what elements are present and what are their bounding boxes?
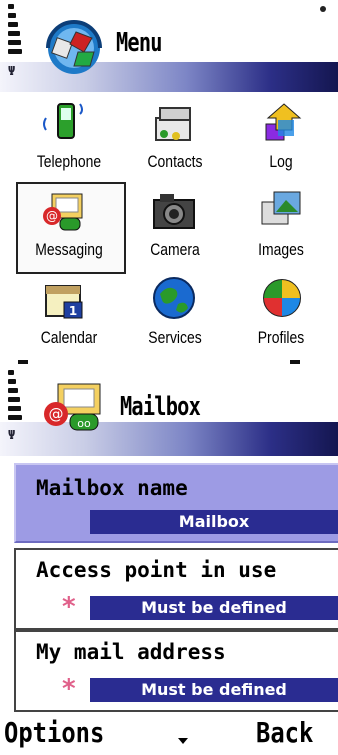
status-dot-icon	[320, 6, 326, 12]
required-icon: *	[62, 674, 76, 704]
app-label: Calendar	[40, 328, 98, 347]
page-title: Mailbox	[120, 392, 201, 422]
app-item-profiles[interactable]: Profiles	[226, 272, 336, 358]
app-item-services[interactable]: Services	[120, 272, 230, 358]
setting-label: Mailbox name	[36, 476, 188, 500]
services-icon	[153, 277, 195, 319]
mailbox-icon: @ oo	[44, 383, 101, 431]
app-item-calendar[interactable]: 1 Calendar	[14, 272, 124, 358]
svg-text:@: @	[49, 405, 64, 423]
chevron-down-icon	[178, 738, 188, 744]
svg-text:1: 1	[69, 304, 77, 318]
telephone-icon	[43, 103, 83, 139]
app-label: Profiles	[257, 328, 305, 347]
setting-value[interactable]: Must be defined	[90, 678, 338, 702]
images-icon	[261, 191, 301, 225]
antenna-icon: Ψ	[8, 428, 16, 442]
profiles-icon	[263, 279, 301, 317]
camera-icon	[153, 194, 195, 229]
app-label: Log	[269, 152, 293, 171]
app-item-contacts[interactable]: Contacts	[120, 96, 230, 178]
app-label: Messaging	[35, 240, 103, 259]
app-item-telephone[interactable]: Telephone	[14, 96, 124, 178]
menu-screen: Ψ Menu Telephone Contacts Log @ Messagin…	[0, 0, 338, 360]
required-icon: *	[62, 592, 76, 622]
app-label: Contacts	[147, 152, 203, 171]
app-item-camera[interactable]: Camera	[120, 180, 230, 270]
setting-value[interactable]: Mailbox	[90, 510, 338, 534]
options-softkey[interactable]: Options	[4, 716, 104, 749]
svg-text:oo: oo	[77, 417, 91, 430]
page-title: Menu	[116, 28, 163, 58]
svg-text:@: @	[46, 209, 58, 223]
setting-label: Access point in use	[36, 558, 277, 582]
app-label: Images	[258, 240, 304, 259]
app-label: Telephone	[36, 152, 102, 171]
setting-label: My mail address	[36, 640, 226, 664]
app-item-log[interactable]: Log	[226, 96, 336, 178]
log-icon	[265, 103, 302, 141]
app-label: Camera	[150, 240, 200, 259]
calendar-icon: 1	[45, 285, 83, 319]
menu-app-icon	[46, 20, 102, 74]
app-item-images[interactable]: Images	[226, 180, 336, 270]
antenna-icon: Ψ	[8, 64, 16, 78]
cut-off-softkey-row	[0, 360, 338, 368]
signal-strength-icon	[8, 4, 24, 68]
app-label: Services	[148, 328, 202, 347]
app-item-messaging[interactable]: @ Messaging	[14, 180, 124, 270]
setting-value[interactable]: Must be defined	[90, 596, 338, 620]
messaging-icon: @	[43, 193, 83, 231]
back-softkey[interactable]: Back	[256, 716, 313, 749]
contacts-icon	[155, 107, 191, 141]
